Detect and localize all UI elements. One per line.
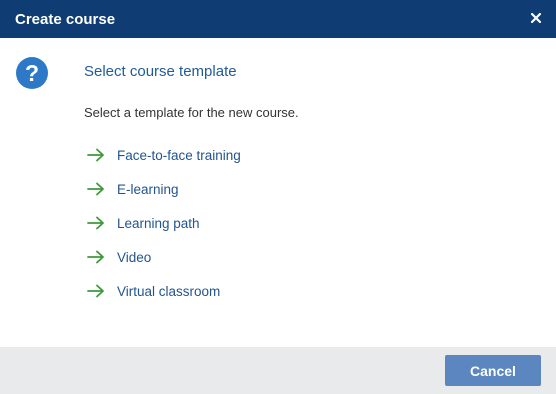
- dialog-heading: Select course template: [84, 63, 237, 80]
- arrow-right-icon: [87, 216, 105, 230]
- arrow-right-icon: [87, 182, 105, 196]
- template-option-label: Learning path: [117, 215, 200, 231]
- template-option-video[interactable]: Video: [87, 240, 241, 274]
- template-option-label: Video: [117, 249, 152, 265]
- template-options-list: Face-to-face training E-learning Learnin…: [87, 138, 241, 308]
- template-option-virtual-classroom[interactable]: Virtual classroom: [87, 274, 241, 308]
- close-icon[interactable]: [528, 10, 544, 26]
- dialog-title-bar: Create course: [0, 0, 556, 38]
- arrow-right-icon: [87, 284, 105, 298]
- template-option-label: E-learning: [117, 181, 179, 197]
- create-course-dialog: Create course ? Select course template S…: [0, 0, 556, 394]
- dialog-footer: Cancel: [0, 347, 556, 394]
- template-option-label: Face-to-face training: [117, 147, 241, 163]
- dialog-title: Create course: [15, 10, 116, 28]
- cancel-button[interactable]: Cancel: [445, 355, 541, 386]
- template-option-e-learning[interactable]: E-learning: [87, 172, 241, 206]
- dialog-intro-text: Select a template for the new course.: [84, 105, 299, 120]
- template-option-learning-path[interactable]: Learning path: [87, 206, 241, 240]
- template-option-label: Virtual classroom: [117, 283, 221, 299]
- dialog-body: ? Select course template Select a templa…: [0, 38, 556, 347]
- arrow-right-icon: [87, 148, 105, 162]
- question-circle-icon: ?: [16, 57, 48, 89]
- template-option-face-to-face-training[interactable]: Face-to-face training: [87, 138, 241, 172]
- arrow-right-icon: [87, 250, 105, 264]
